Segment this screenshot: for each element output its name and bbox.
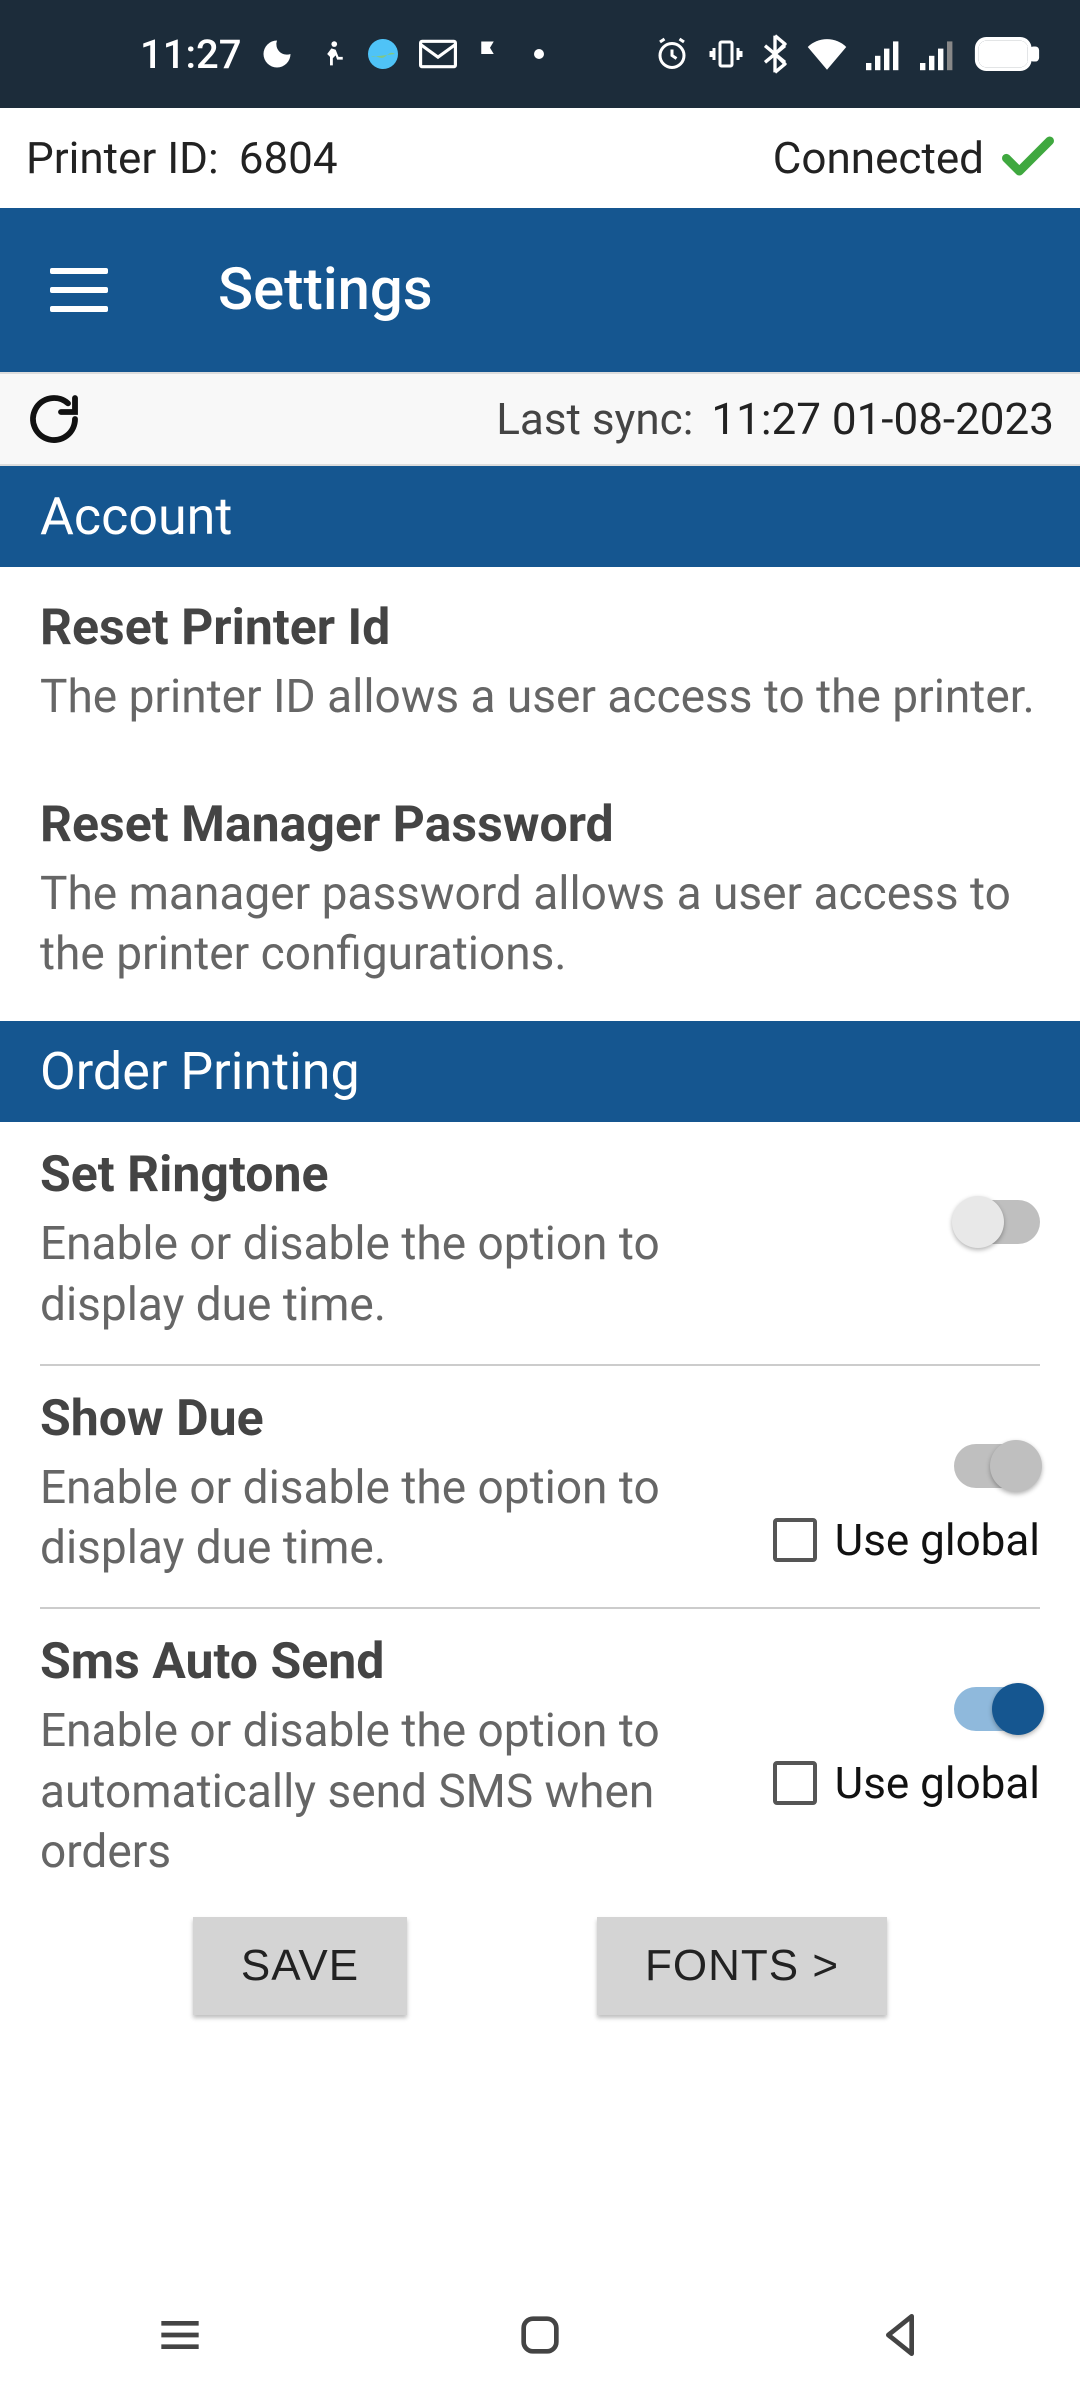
use-global-label: Use global [835, 1514, 1040, 1566]
setting-title: Reset Manager Password [40, 796, 1040, 854]
signal-2-icon [920, 37, 956, 71]
setting-desc: Enable or disable the option to automati… [40, 1701, 680, 1883]
nav-home-icon[interactable] [512, 2307, 568, 2363]
app-toolbar: Settings [0, 208, 1080, 372]
gmail-icon [419, 39, 457, 69]
setting-desc: Enable or disable the option to display … [40, 1214, 680, 1335]
use-global-label: Use global [835, 1757, 1040, 1809]
flag-icon [475, 37, 505, 71]
last-sync-label: Last sync: [496, 393, 693, 445]
section-header-order-printing: Order Printing [0, 1021, 1080, 1122]
check-icon [1002, 125, 1054, 191]
printer-id-label: Printer ID: [26, 132, 219, 184]
save-button[interactable]: SAVE [193, 1917, 407, 2015]
printer-id-value: 6804 [239, 132, 338, 184]
setting-reset-printer-id[interactable]: Reset Printer Id The printer ID allows a… [0, 567, 1080, 764]
setting-desc: Enable or disable the option to display … [40, 1458, 680, 1579]
setting-desc: The manager password allows a user acces… [40, 864, 1040, 985]
button-row: SAVE FONTS > [0, 1917, 1080, 2015]
sms-use-global-checkbox[interactable] [773, 1761, 817, 1805]
setting-title: Set Ringtone [40, 1146, 680, 1204]
refresh-icon[interactable] [26, 391, 82, 447]
sms-auto-toggle[interactable] [954, 1687, 1040, 1731]
status-bar: 11:27 [0, 0, 1080, 108]
printer-status-row: Printer ID: 6804 Connected [0, 108, 1080, 208]
last-sync-value: 11:27 01-08-2023 [711, 393, 1054, 445]
page-title: Settings [218, 256, 433, 324]
ringtone-toggle[interactable] [954, 1200, 1040, 1244]
setting-title: Show Due [40, 1390, 680, 1448]
nav-recent-icon[interactable] [152, 2307, 208, 2363]
setting-title: Reset Printer Id [40, 599, 1040, 657]
bluetooth-icon [762, 34, 788, 74]
show-due-toggle[interactable] [954, 1444, 1040, 1488]
setting-set-ringtone[interactable]: Set Ringtone Enable or disable the optio… [0, 1122, 1080, 1363]
setting-desc: The printer ID allows a user access to t… [40, 667, 1040, 728]
moon-icon [259, 36, 295, 72]
wifi-icon [806, 37, 848, 71]
status-time: 11:27 [140, 31, 241, 78]
fonts-button[interactable]: FONTS > [597, 1917, 887, 2015]
nav-back-icon[interactable] [872, 2307, 928, 2363]
section-header-account: Account [0, 466, 1080, 567]
connection-status: Connected [773, 132, 984, 184]
sync-row: Last sync: 11:27 01-08-2023 [0, 372, 1080, 466]
globe-icon [365, 36, 401, 72]
setting-show-due[interactable]: Show Due Enable or disable the option to… [0, 1366, 1080, 1607]
setting-title: Sms Auto Send [40, 1633, 680, 1691]
menu-icon[interactable] [50, 268, 108, 312]
running-icon [313, 37, 347, 71]
signal-1-icon [866, 37, 902, 71]
show-due-use-global-checkbox[interactable] [773, 1518, 817, 1562]
vibrate-icon [708, 36, 744, 72]
setting-sms-auto-send[interactable]: Sms Auto Send Enable or disable the opti… [0, 1609, 1080, 1911]
alarm-icon [654, 36, 690, 72]
setting-reset-manager-password[interactable]: Reset Manager Password The manager passw… [0, 764, 1080, 1021]
dot-icon [533, 48, 545, 60]
navigation-bar [0, 2270, 1080, 2400]
battery-icon [974, 37, 1040, 71]
